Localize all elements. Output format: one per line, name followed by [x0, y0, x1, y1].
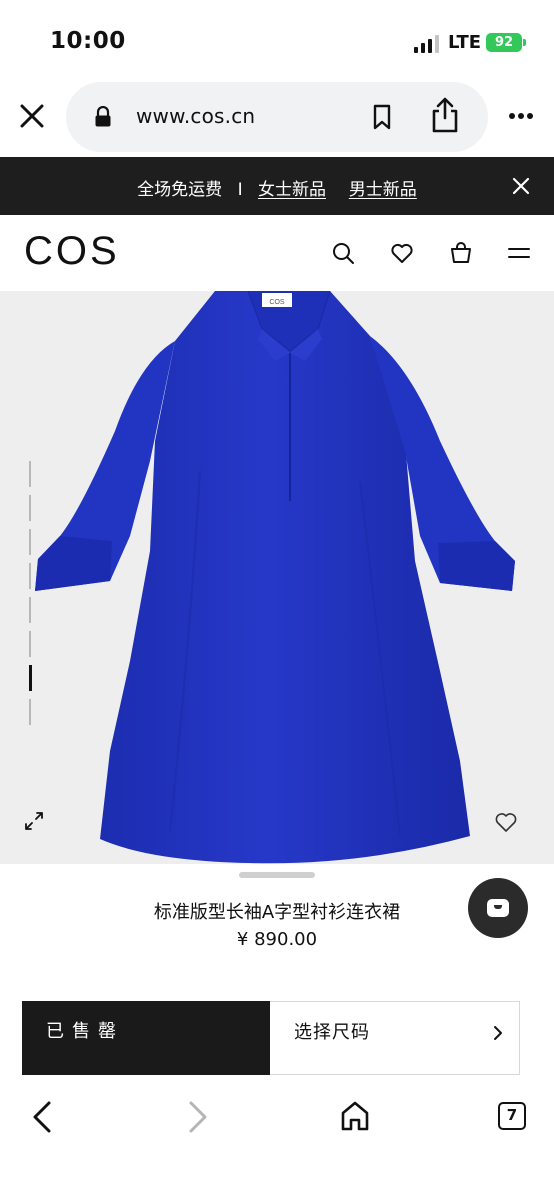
free-shipping-text: 全场免运费 [137, 180, 223, 200]
tabs-button[interactable]: 7 [498, 1102, 526, 1130]
back-icon[interactable] [30, 1100, 54, 1134]
dress-image: COS [35, 291, 515, 864]
product-price: ¥ 890.00 [236, 929, 318, 950]
image-dot[interactable] [29, 631, 31, 657]
image-dot[interactable] [29, 665, 32, 691]
forward-icon[interactable] [186, 1100, 210, 1134]
status-bar: 10:00 LTE 92 [0, 0, 554, 82]
expand-icon[interactable] [24, 811, 44, 831]
heart-icon[interactable] [390, 241, 414, 265]
image-dot[interactable] [29, 699, 31, 725]
image-dot[interactable] [29, 461, 31, 487]
drawer-handle[interactable] [239, 872, 315, 878]
promo-banner: 全场免运费 I 女士新品 男士新品 [0, 157, 554, 215]
chevron-right-icon [494, 1026, 502, 1040]
site-header: COS [0, 215, 554, 291]
lock-icon [95, 106, 111, 127]
link-women-new[interactable]: 女士新品 [258, 175, 326, 200]
heart-icon[interactable] [494, 811, 518, 833]
close-icon[interactable] [512, 177, 530, 195]
sold-out-button[interactable]: 已售罄 [22, 1001, 270, 1075]
select-size-label: 选择尺码 [294, 1022, 370, 1043]
battery-cap [523, 39, 526, 46]
product-image[interactable]: COS [0, 291, 554, 864]
promo-text: 全场免运费 I 女士新品 男士新品 [0, 175, 554, 200]
share-icon[interactable] [430, 96, 460, 134]
battery-icon: 92 [486, 33, 522, 52]
bookmark-icon[interactable] [372, 104, 392, 130]
browser-bar: www.cos.cn [0, 82, 554, 156]
status-time: 10:00 [50, 28, 126, 54]
url-text[interactable]: www.cos.cn [136, 104, 255, 128]
svg-text:COS: COS [269, 299, 285, 306]
image-dot[interactable] [29, 529, 31, 555]
brand-logo[interactable]: COS [24, 229, 120, 274]
close-icon[interactable] [18, 102, 46, 130]
home-icon[interactable] [340, 1100, 370, 1132]
search-icon[interactable] [331, 241, 355, 265]
network-type: LTE [448, 32, 482, 53]
image-dot[interactable] [29, 563, 31, 589]
select-size-button[interactable]: 选择尺码 [270, 1001, 520, 1075]
browser-bottom-nav: 7 [0, 1078, 554, 1200]
more-icon[interactable] [508, 112, 534, 120]
hamburger-menu-icon[interactable] [507, 241, 531, 265]
bag-icon[interactable] [449, 241, 473, 265]
link-men-new[interactable]: 男士新品 [349, 175, 417, 200]
image-pagination[interactable] [29, 461, 33, 731]
image-dot[interactable] [29, 597, 31, 623]
signal-icon [414, 35, 440, 53]
chat-button[interactable] [468, 878, 528, 938]
address-bar[interactable]: www.cos.cn [66, 82, 488, 152]
chat-icon [487, 899, 509, 917]
promo-separator: I [237, 180, 243, 200]
image-dot[interactable] [29, 495, 31, 521]
